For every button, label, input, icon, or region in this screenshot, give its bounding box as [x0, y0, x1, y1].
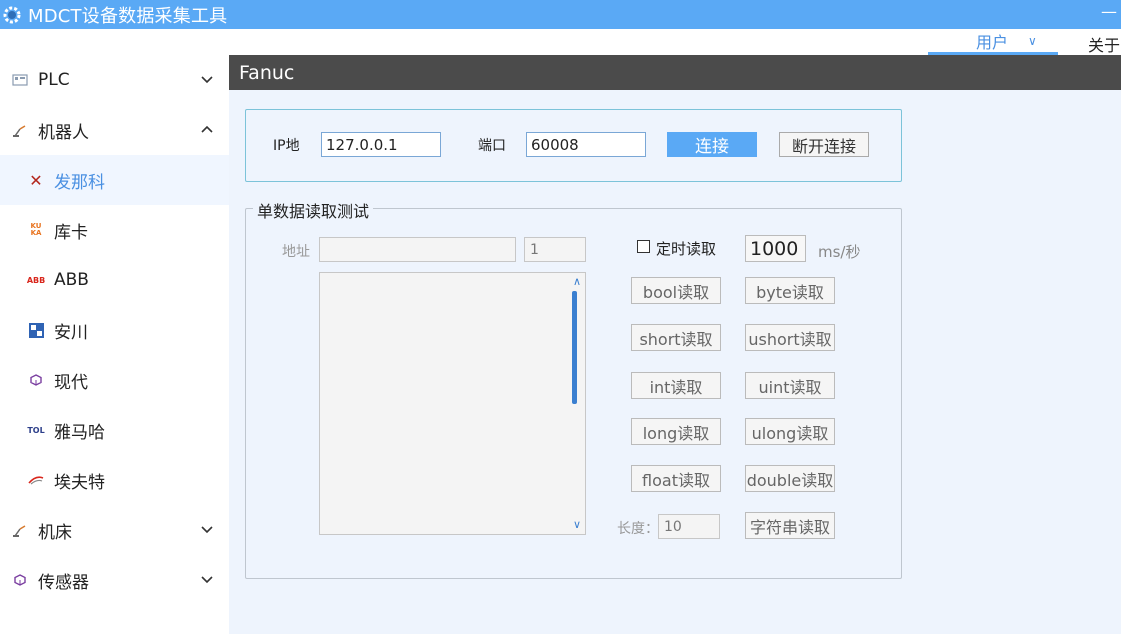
sidebar-item-fanuc[interactable]: ✕ 发那科 — [0, 155, 229, 205]
cube-icon — [28, 372, 44, 388]
read-test-title: 单数据读取测试 — [253, 198, 374, 222]
short-read-button[interactable]: short读取 — [631, 324, 721, 351]
sidebar-item-abb[interactable]: ABB ABB — [0, 255, 229, 305]
chevron-down-icon — [201, 76, 213, 84]
ulong-read-button[interactable]: ulong读取 — [745, 418, 835, 445]
length-input[interactable]: 10 — [658, 514, 720, 539]
sidebar: PLC 机器人 ✕ 发那科 KU KA 库卡 ABB ABB 安川 现代 TOL… — [0, 55, 229, 634]
sidebar-item-plc[interactable]: PLC — [0, 55, 229, 105]
scroll-down-icon[interactable]: ∨ — [573, 518, 581, 531]
robot-arm-icon — [12, 122, 28, 138]
chevron-up-icon — [201, 125, 213, 133]
int-read-button[interactable]: int读取 — [631, 372, 721, 399]
sidebar-item-yamaha[interactable]: TOL 雅马哈 — [0, 405, 229, 455]
chevron-down-icon: ∨ — [1028, 33, 1037, 48]
sidebar-item-label: 雅马哈 — [54, 422, 105, 443]
result-textarea[interactable]: ∧ ∨ — [319, 272, 586, 535]
plc-icon — [12, 72, 28, 88]
port-input[interactable] — [526, 132, 646, 157]
sidebar-item-label: 现代 — [54, 372, 88, 393]
fanuc-icon: ✕ — [29, 170, 43, 190]
chevron-down-icon — [201, 526, 213, 534]
cube-icon — [12, 572, 28, 588]
efort-icon — [28, 472, 44, 488]
sidebar-item-label: 发那科 — [54, 172, 105, 193]
sidebar-item-kuka[interactable]: KU KA 库卡 — [0, 205, 229, 255]
address-input[interactable] — [319, 237, 516, 262]
page-title: Fanuc — [229, 55, 1121, 90]
sidebar-item-label: 埃夫特 — [54, 472, 105, 493]
disconnect-button[interactable]: 断开连接 — [779, 132, 869, 157]
ushort-read-button[interactable]: ushort读取 — [745, 324, 835, 351]
sidebar-item-hyundai[interactable]: 现代 — [0, 355, 229, 405]
connect-button[interactable]: 连接 — [667, 132, 757, 157]
sidebar-item-label: ABB — [54, 270, 89, 290]
sidebar-item-label: 库卡 — [54, 222, 88, 243]
long-read-button[interactable]: long读取 — [631, 418, 721, 445]
sidebar-item-sensor[interactable]: 传感器 — [0, 555, 229, 605]
float-read-button[interactable]: float读取 — [631, 465, 721, 492]
sidebar-item-label: 机器人 — [38, 122, 89, 143]
sidebar-item-label: 安川 — [54, 322, 88, 343]
uint-read-button[interactable]: uint读取 — [745, 372, 835, 399]
sidebar-item-robot[interactable]: 机器人 — [0, 105, 229, 155]
timer-checkbox[interactable] — [637, 240, 650, 253]
string-read-button[interactable]: 字符串读取 — [745, 512, 835, 539]
timer-label: 定时读取 — [656, 240, 717, 258]
app-title: MDCT设备数据采集工具 — [28, 5, 228, 27]
title-bar: MDCT设备数据采集工具 — — [0, 0, 1121, 29]
byte-read-button[interactable]: byte读取 — [745, 277, 835, 304]
kuka-icon: KU KA — [30, 222, 42, 237]
abb-icon: ABB — [26, 275, 46, 285]
length-label: 长度： — [617, 521, 659, 537]
sidebar-item-label: 机床 — [38, 522, 72, 543]
sidebar-item-efort[interactable]: 埃夫特 — [0, 455, 229, 505]
ip-label: IP地 — [273, 138, 300, 154]
minimize-button[interactable]: — — [1101, 2, 1117, 21]
scrollbar-thumb[interactable] — [572, 291, 577, 404]
gear-icon — [3, 6, 21, 23]
sidebar-item-machine[interactable]: 机床 — [0, 505, 229, 555]
sidebar-item-label: 传感器 — [38, 572, 89, 593]
sidebar-item-label: PLC — [38, 70, 70, 90]
ip-input[interactable] — [321, 132, 441, 157]
count-input[interactable]: 1 — [524, 237, 586, 262]
yaskawa-icon — [28, 322, 44, 338]
top-menu: 用户 ∨ 关于 — [0, 29, 1121, 55]
interval-unit: ms/秒 — [818, 243, 861, 261]
bool-read-button[interactable]: bool读取 — [631, 277, 721, 304]
sidebar-item-yaskawa[interactable]: 安川 — [0, 305, 229, 355]
menu-about[interactable]: 关于 — [1088, 32, 1120, 56]
chevron-down-icon — [201, 576, 213, 584]
interval-input[interactable]: 1000 — [745, 235, 806, 262]
menu-user-label: 用户 — [976, 32, 1009, 52]
address-label: 地址 — [282, 244, 310, 260]
double-read-button[interactable]: double读取 — [745, 465, 835, 492]
scroll-up-icon[interactable]: ∧ — [573, 275, 581, 288]
menu-user[interactable]: 用户 ∨ — [928, 29, 1058, 55]
tol-icon: TOL — [27, 425, 45, 435]
robot-arm-icon — [12, 522, 28, 538]
port-label: 端口 — [478, 138, 506, 154]
